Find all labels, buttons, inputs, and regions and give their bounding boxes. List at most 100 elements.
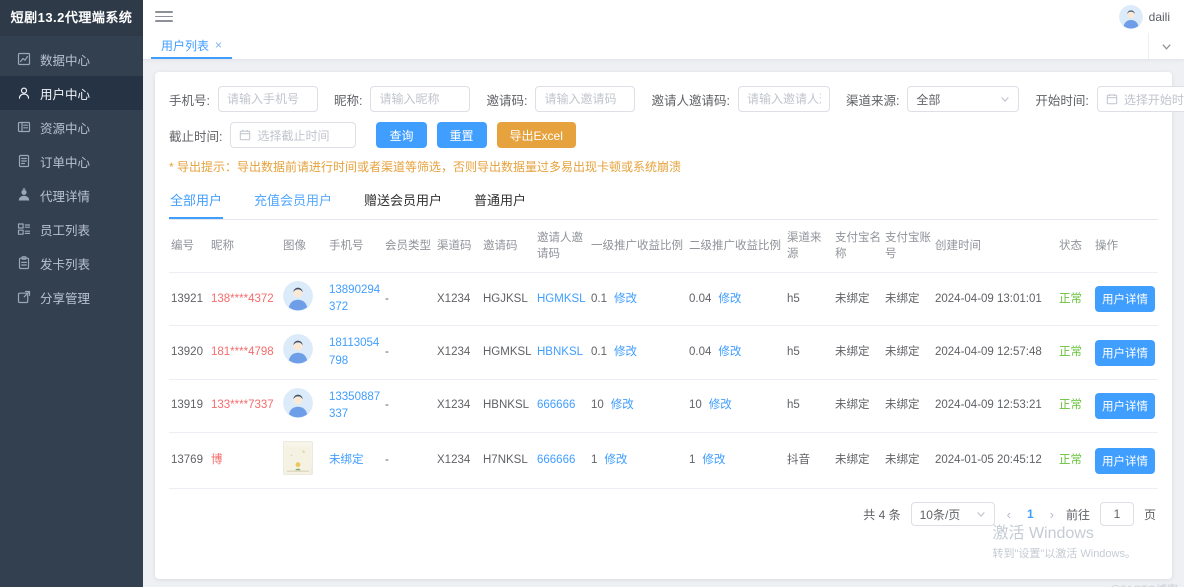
user-tab-normal-users[interactable]: 普通用户 — [473, 183, 527, 219]
sidebar-item-staff-list[interactable]: 员工列表 — [0, 212, 143, 246]
sidebar-item-order-center[interactable]: 订单中心 — [0, 144, 143, 178]
card-icon — [17, 256, 31, 270]
cell-source: h5 — [785, 379, 833, 432]
cell-invite-code: H7NKSL — [481, 432, 535, 488]
cell-member-type: - — [383, 432, 435, 488]
cell-alipay-account: 未绑定 — [883, 432, 933, 488]
cell-rate2: 10修改 — [687, 379, 785, 432]
goto-page-input[interactable] — [1100, 502, 1134, 526]
sidebar-item-card-list[interactable]: 发卡列表 — [0, 246, 143, 280]
cell-member-type: - — [383, 379, 435, 432]
sidebar-item-share-manage[interactable]: 分享管理 — [0, 280, 143, 314]
start-time-placeholder: 选择开始时间 — [1124, 91, 1184, 108]
end-time-picker[interactable]: 选择截止时间 — [230, 122, 356, 148]
inviter-code-link[interactable]: 666666 — [537, 454, 575, 466]
cell-action: 用户详情 — [1093, 432, 1158, 488]
edit-rate1-link[interactable]: 修改 — [614, 346, 637, 358]
inviter-code-link[interactable]: HBNKSL — [537, 346, 583, 358]
edit-rate2-link[interactable]: 修改 — [702, 454, 725, 466]
next-page-button[interactable]: › — [1048, 507, 1056, 522]
cell-alipay-account: 未绑定 — [883, 379, 933, 432]
sidebar-item-label: 数据中心 — [40, 50, 90, 69]
cell-channel-code: X1234 — [435, 432, 481, 488]
filter-end-time-label: 截止时间: — [169, 126, 222, 145]
cell-rate1: 1 修改 — [589, 432, 687, 488]
phone-link[interactable]: 13350887337 — [329, 391, 380, 420]
search-button[interactable]: 查询 — [376, 122, 426, 148]
cell-alipay-name: 未绑定 — [833, 432, 883, 488]
sidebar-menu: 数据中心用户中心资源中心订单中心代理详情员工列表发卡列表分享管理 — [0, 36, 143, 314]
chevron-down-icon — [976, 509, 986, 519]
cell-id: 13921 — [169, 273, 209, 326]
filter-start-time-label: 开始时间: — [1035, 90, 1088, 109]
rate1-value: 1 — [591, 454, 597, 466]
invite-code-input[interactable] — [535, 86, 635, 112]
tab-user-list[interactable]: 用户列表 × — [151, 33, 232, 59]
edit-rate1-link[interactable]: 修改 — [604, 454, 627, 466]
inviter-code-link[interactable]: 666666 — [537, 399, 575, 411]
cell-channel-code: X1234 — [435, 273, 481, 326]
chevron-down-icon[interactable] — [1148, 33, 1184, 59]
status-badge: 正常 — [1059, 454, 1082, 466]
reset-button[interactable]: 重置 — [437, 122, 487, 148]
hamburger-icon[interactable] — [155, 9, 173, 25]
phone-link[interactable]: 未绑定 — [329, 454, 364, 466]
user-tab-all-users[interactable]: 全部用户 — [169, 183, 223, 219]
username: daili — [1149, 10, 1170, 24]
nickname-input[interactable] — [370, 86, 470, 112]
column-header-15: 操作 — [1093, 220, 1158, 273]
edit-rate2-link[interactable]: 修改 — [718, 346, 741, 358]
cell-alipay-name: 未绑定 — [833, 326, 883, 379]
column-header-1: 昵称 — [209, 220, 281, 273]
cell-inviter-code: HBNKSL — [535, 326, 589, 379]
content-area: 手机号: 昵称: 邀请码: 邀请人邀请码: — [143, 60, 1184, 587]
filter-channel-label: 渠道来源: — [846, 90, 899, 109]
nickname-text: 博 — [211, 454, 223, 466]
close-icon[interactable]: × — [215, 39, 222, 51]
user-detail-button[interactable]: 用户详情 — [1095, 448, 1155, 474]
user-tab-gift-member-users[interactable]: 赠送会员用户 — [363, 183, 443, 219]
cell-inviter-code: 666666 — [535, 432, 589, 488]
status-badge: 正常 — [1059, 293, 1082, 305]
user-detail-button[interactable]: 用户详情 — [1095, 340, 1155, 366]
channel-select[interactable]: 全部 — [907, 86, 1019, 112]
edit-rate1-link[interactable]: 修改 — [614, 293, 637, 305]
nickname-text: 133****7337 — [211, 399, 274, 411]
start-time-picker[interactable]: 选择开始时间 — [1097, 86, 1184, 112]
resource-icon — [17, 120, 31, 134]
page-number[interactable]: 1 — [1023, 507, 1038, 521]
edit-rate2-link[interactable]: 修改 — [709, 399, 732, 411]
cell-action: 用户详情 — [1093, 326, 1158, 379]
prev-page-button[interactable]: ‹ — [1005, 507, 1013, 522]
user-menu[interactable]: daili — [1119, 5, 1170, 29]
phone-input[interactable] — [218, 86, 318, 112]
sidebar-item-resource-center[interactable]: 资源中心 — [0, 110, 143, 144]
inviter-code-link[interactable]: HGMKSL — [537, 293, 586, 305]
goto-suffix: 页 — [1144, 506, 1156, 523]
cell-id: 13919 — [169, 379, 209, 432]
cell-nickname: 181****4798 — [209, 326, 281, 379]
phone-link[interactable]: 18113054798 — [329, 337, 379, 366]
edit-rate2-link[interactable]: 修改 — [718, 293, 741, 305]
column-header-10: 渠道来源 — [785, 220, 833, 273]
cell-phone: 18113054798 — [327, 326, 383, 379]
export-excel-button[interactable]: 导出Excel — [497, 122, 576, 148]
rate1-value: 0.1 — [591, 293, 607, 305]
page-size-select[interactable]: 10条/页 — [911, 502, 995, 526]
phone-link[interactable]: 13890294372 — [329, 284, 380, 313]
edit-rate1-link[interactable]: 修改 — [611, 399, 634, 411]
inviter-code-input[interactable] — [738, 86, 830, 112]
user-tab-paid-member-users[interactable]: 充值会员用户 — [253, 183, 333, 219]
sidebar-item-label: 发卡列表 — [40, 254, 90, 273]
cell-created: 2024-04-09 12:53:21 — [933, 379, 1057, 432]
user-detail-button[interactable]: 用户详情 — [1095, 286, 1155, 312]
filter-start-time: 开始时间: 选择开始时间 — [1035, 86, 1184, 112]
cell-phone: 未绑定 — [327, 432, 383, 488]
sidebar-item-agent-detail[interactable]: 代理详情 — [0, 178, 143, 212]
sidebar-item-data-center[interactable]: 数据中心 — [0, 42, 143, 76]
column-header-8: 一级推广收益比例 — [589, 220, 687, 273]
rate2-value: 1 — [689, 454, 695, 466]
column-header-3: 手机号 — [327, 220, 383, 273]
sidebar-item-user-center[interactable]: 用户中心 — [0, 76, 143, 110]
user-detail-button[interactable]: 用户详情 — [1095, 393, 1155, 419]
